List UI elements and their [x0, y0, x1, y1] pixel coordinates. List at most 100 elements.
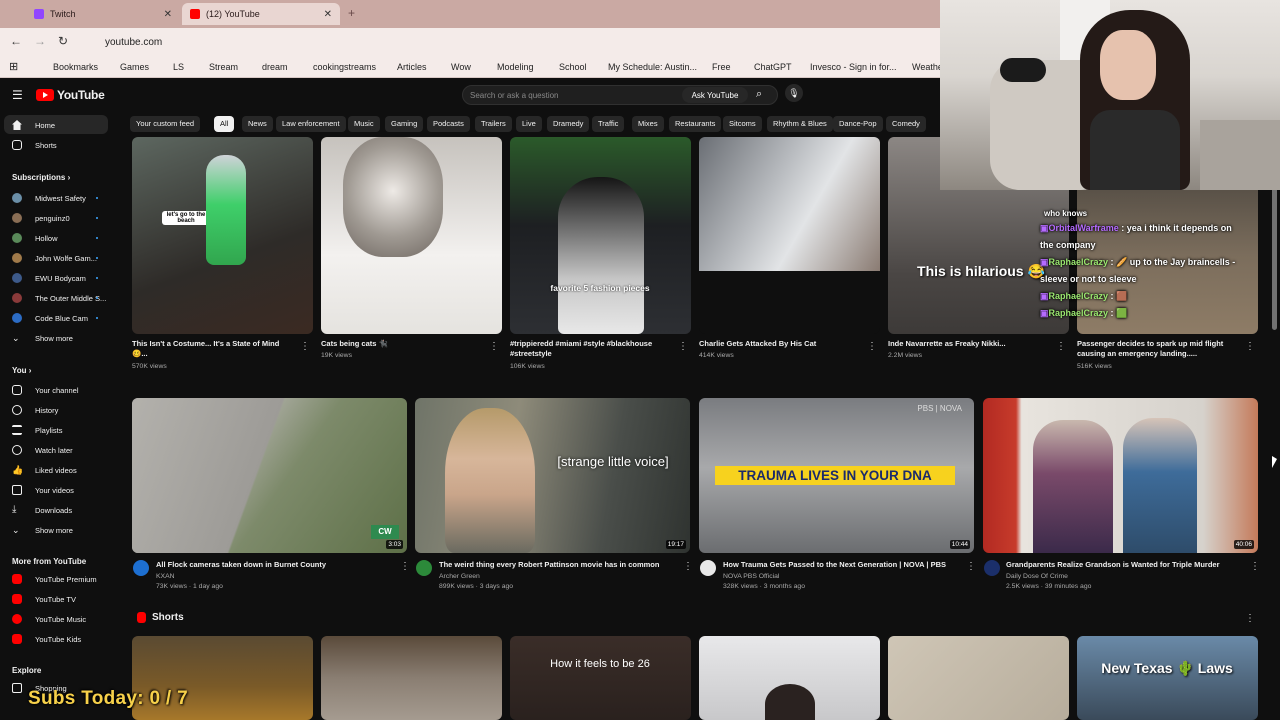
channel-avatar[interactable] — [416, 560, 432, 576]
sidebar-show-more[interactable]: ⌄ Show more — [12, 523, 73, 537]
bookmark-item[interactable]: Free — [712, 62, 731, 72]
sidebar-more-item[interactable]: YouTube Premium — [12, 572, 97, 586]
sidebar-sub[interactable]: John Wolfe Gam... — [12, 251, 97, 265]
tab-youtube[interactable]: (12) YouTube ✕ — [182, 3, 340, 25]
chip-selected[interactable]: All — [214, 116, 235, 132]
channel-name[interactable]: Daily Dose Of Crime — [1006, 572, 1068, 582]
video-title[interactable]: Grandparents Realize Grandson is Wanted … — [1006, 560, 1246, 570]
microphone-icon[interactable]: 🎙 — [785, 84, 803, 102]
video-title[interactable]: This Isn't a Costume... It's a State of … — [132, 339, 292, 349]
video-thumbnail[interactable] — [699, 137, 880, 334]
chip[interactable]: Your custom feed — [130, 116, 201, 132]
bookmark-item[interactable]: Wow — [451, 62, 471, 72]
chip[interactable]: Dramedy — [547, 116, 590, 132]
video-thumbnail[interactable]: 40:06 — [983, 398, 1258, 553]
video-title[interactable]: Passenger decides to spark up mid flight — [1077, 339, 1242, 349]
chip[interactable]: Law enforcement — [276, 116, 346, 132]
close-icon[interactable]: ✕ — [324, 9, 332, 20]
sidebar-you-item[interactable]: Watch later — [12, 443, 73, 457]
bookmark-item[interactable]: School — [559, 62, 587, 72]
sidebar-sub[interactable]: Midwest Safety — [12, 191, 86, 205]
video-thumbnail[interactable]: CW 3:03 — [132, 398, 407, 553]
more-options-icon[interactable]: ⋮ — [966, 562, 976, 572]
short-thumbnail[interactable]: How it feels to be 26 — [510, 636, 691, 720]
video-title[interactable]: Inde Navarrette as Freaky Nikki... — [888, 339, 1048, 349]
sidebar-you-item[interactable]: ⤓ Downloads — [12, 503, 72, 517]
chip[interactable]: News — [242, 116, 273, 132]
video-title-cont[interactable]: #streetstyle — [510, 349, 670, 359]
close-icon[interactable]: ✕ — [164, 9, 172, 20]
chip[interactable]: Sitcoms — [723, 116, 762, 132]
sidebar-you-item[interactable]: Playlists — [12, 423, 63, 437]
short-thumbnail[interactable] — [321, 636, 502, 720]
video-title[interactable]: The weird thing every Robert Pattinson m… — [439, 560, 679, 570]
video-title[interactable]: All Flock cameras taken down in Burnet C… — [156, 560, 396, 570]
sidebar-show-more[interactable]: ⌄ Show more — [12, 331, 73, 345]
chip[interactable]: Dance-Pop — [833, 116, 883, 132]
sidebar-item-shorts[interactable]: Shorts — [12, 138, 57, 152]
chip[interactable]: Music — [348, 116, 380, 132]
video-thumbnail[interactable]: favorite 5 fashion pieces — [510, 137, 691, 334]
short-thumbnail[interactable] — [699, 636, 880, 720]
ask-youtube-button[interactable]: Ask YouTube — [682, 87, 748, 103]
video-title[interactable]: How Trauma Gets Passed to the Next Gener… — [723, 560, 963, 570]
more-options-icon[interactable]: ⋮ — [489, 342, 499, 352]
bookmark-item[interactable]: dream — [262, 62, 288, 72]
subscriptions-heading[interactable]: Subscriptions › — [12, 173, 70, 182]
chip[interactable]: Restaurants — [669, 116, 722, 132]
channel-name[interactable]: KXAN — [156, 572, 175, 582]
bookmark-item[interactable]: cookingstreams — [313, 62, 376, 72]
chip[interactable]: Comedy — [886, 116, 926, 132]
video-thumbnail[interactable] — [321, 137, 502, 334]
sidebar-you-item[interactable]: Your videos — [12, 483, 74, 497]
you-heading[interactable]: You › — [12, 366, 31, 375]
search-icon[interactable]: ⌕ — [756, 88, 762, 101]
chip[interactable]: Traffic — [592, 116, 625, 132]
chip[interactable]: Mixes — [632, 116, 664, 132]
more-options-icon[interactable]: ⋮ — [300, 342, 310, 352]
chip[interactable]: Gaming — [385, 116, 424, 132]
channel-avatar[interactable] — [133, 560, 149, 576]
sidebar-sub[interactable]: penguinz0 — [12, 211, 70, 225]
video-thumbnail[interactable]: [strange little voice] 19:17 — [415, 398, 690, 553]
bookmark-item[interactable]: My Schedule: Austin... — [608, 62, 697, 72]
bookmark-item[interactable]: Games — [120, 62, 149, 72]
video-title[interactable]: Charlie Gets Attacked By His Cat — [699, 339, 859, 349]
sidebar-more-item[interactable]: YouTube TV — [12, 592, 76, 606]
more-options-icon[interactable]: ⋮ — [400, 562, 410, 572]
new-tab-button[interactable]: + — [348, 6, 355, 20]
more-options-icon[interactable]: ⋮ — [1056, 342, 1066, 352]
channel-name[interactable]: Archer Green — [439, 572, 480, 582]
bookmark-item[interactable]: LS — [173, 62, 184, 72]
video-title[interactable]: Cats being cats 🐈‍⬛ — [321, 339, 481, 349]
video-title-cont[interactable]: causing an emergency landing..... — [1077, 349, 1242, 359]
sidebar-more-item[interactable]: YouTube Kids — [12, 632, 81, 646]
short-thumbnail[interactable]: New Texas 🌵 Laws — [1077, 636, 1258, 720]
video-thumbnail[interactable]: let's go to the beach — [132, 137, 313, 334]
more-options-icon[interactable]: ⋮ — [867, 342, 877, 352]
more-options-icon[interactable]: ⋮ — [1245, 342, 1255, 352]
short-thumbnail[interactable] — [888, 636, 1069, 720]
video-title[interactable]: #trippieredd #miami #style #blackhouse — [510, 339, 675, 349]
sidebar-you-item[interactable]: History — [12, 403, 58, 417]
bookmark-item[interactable]: Invesco - Sign in for... — [810, 62, 897, 72]
bookmark-item[interactable]: Stream — [209, 62, 238, 72]
channel-name[interactable]: NOVA PBS Official — [723, 572, 779, 582]
sidebar-you-item[interactable]: Your channel — [12, 383, 79, 397]
chip[interactable]: Live — [516, 116, 542, 132]
sidebar-sub[interactable]: The Outer Middle S... — [12, 291, 106, 305]
sidebar-sub[interactable]: Code Blue Cam — [12, 311, 88, 325]
sidebar-sub[interactable]: Hollow — [12, 231, 58, 245]
video-title-cont[interactable]: 🥴... — [132, 349, 292, 359]
channel-avatar[interactable] — [984, 560, 1000, 576]
more-options-icon[interactable]: ⋮ — [678, 342, 688, 352]
bookmark-item[interactable]: Modeling — [497, 62, 534, 72]
more-options-icon[interactable]: ⋮ — [1250, 562, 1260, 572]
sidebar-item-home[interactable]: Home — [12, 118, 55, 132]
channel-avatar[interactable] — [700, 560, 716, 576]
more-options-icon[interactable]: ⋮ — [1245, 614, 1255, 624]
chip[interactable]: Rhythm & Blues — [767, 116, 833, 132]
sidebar-sub[interactable]: EWU Bodycam — [12, 271, 86, 285]
bookmark-item[interactable]: ChatGPT — [754, 62, 792, 72]
bookmark-item[interactable]: Articles — [397, 62, 427, 72]
